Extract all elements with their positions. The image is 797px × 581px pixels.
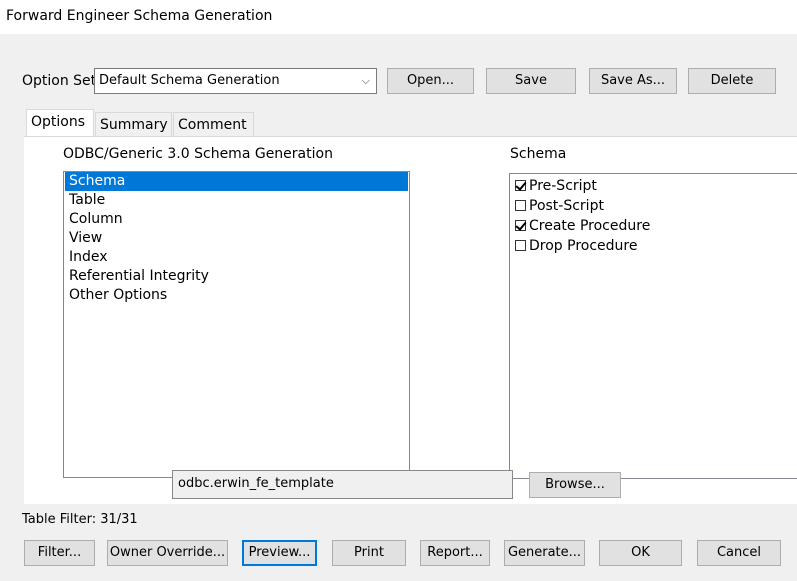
table-filter-status: Table Filter: 31/31 (22, 512, 138, 527)
list-item[interactable]: Other Options (65, 286, 408, 305)
owner-override-button[interactable]: Owner Override... (107, 540, 228, 566)
checkbox-checked-icon[interactable] (515, 180, 526, 191)
chevron-down-icon[interactable]: ⌵ (362, 69, 370, 93)
list-item[interactable]: View (65, 229, 408, 248)
option-set-select[interactable]: Default Schema Generation ⌵ (94, 68, 377, 94)
template-field[interactable]: odbc.erwin_fe_template (172, 470, 513, 499)
save-button[interactable]: Save (486, 68, 576, 94)
schema-options-panel: Pre-Script Post-Script Create Procedure … (509, 173, 797, 479)
list-item[interactable]: Schema (65, 172, 408, 191)
report-button[interactable]: Report... (420, 540, 490, 566)
right-heading: Schema (510, 146, 567, 162)
category-list[interactable]: Schema Table Column View Index Referenti… (63, 171, 410, 478)
checkbox-drop-procedure[interactable]: Drop Procedure (510, 236, 797, 256)
generate-button[interactable]: Generate... (504, 540, 585, 566)
left-heading: ODBC/Generic 3.0 Schema Generation (63, 146, 333, 162)
cancel-button[interactable]: Cancel (697, 540, 781, 566)
checkbox-pre-script[interactable]: Pre-Script (510, 176, 797, 196)
print-button[interactable]: Print (332, 540, 406, 566)
checkbox-unchecked-icon[interactable] (515, 240, 526, 251)
window-title: Forward Engineer Schema Generation (6, 8, 273, 24)
tab-summary[interactable]: Summary (95, 112, 172, 137)
ok-button[interactable]: OK (599, 540, 682, 566)
save-as-button[interactable]: Save As... (589, 68, 677, 94)
browse-button[interactable]: Browse... (529, 472, 621, 498)
list-item[interactable]: Referential Integrity (65, 267, 408, 286)
checkbox-unchecked-icon[interactable] (515, 200, 526, 211)
list-item[interactable]: Table (65, 191, 408, 210)
checkbox-create-procedure[interactable]: Create Procedure (510, 216, 797, 236)
list-item[interactable]: Column (65, 210, 408, 229)
filter-button[interactable]: Filter... (24, 540, 95, 566)
list-item[interactable]: Index (65, 248, 408, 267)
tab-options[interactable]: Options (26, 109, 94, 137)
delete-button[interactable]: Delete (688, 68, 776, 94)
option-set-label: Option Set: (22, 73, 101, 89)
open-button[interactable]: Open... (387, 68, 474, 94)
option-set-value: Default Schema Generation (99, 73, 280, 88)
tab-comment[interactable]: Comment (173, 112, 254, 137)
checkbox-post-script[interactable]: Post-Script (510, 196, 797, 216)
preview-button[interactable]: Preview... (242, 540, 317, 566)
checkbox-checked-icon[interactable] (515, 220, 526, 231)
